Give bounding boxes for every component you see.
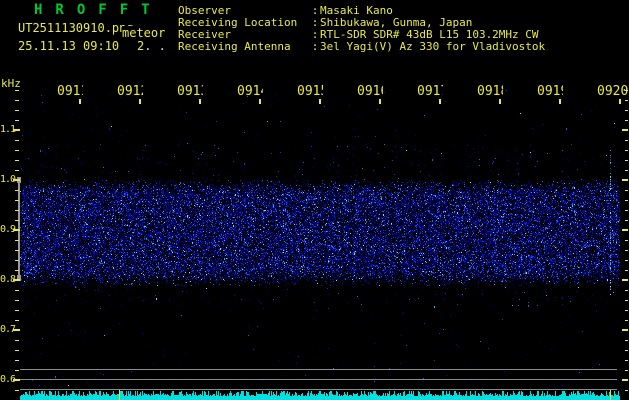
freq-tick-label: 1.0: [0, 174, 16, 185]
freq-tick-major-right: [622, 379, 628, 381]
spectrogram-canvas: [20, 90, 620, 390]
freq-tick-minor-left: [15, 310, 19, 311]
freq-tick-major-right: [622, 329, 628, 331]
freq-tick-major-right: [622, 179, 628, 181]
time-tick-label: 0914: [237, 85, 263, 99]
time-tick-label: 0913: [177, 85, 203, 99]
freq-tick-minor-left: [15, 120, 19, 121]
time-tick-label: 0915: [297, 85, 323, 99]
freq-tick-minor-left: [15, 340, 19, 341]
freq-tick-minor-left: [15, 360, 19, 361]
freq-tick-minor-right: [625, 350, 628, 351]
freq-tick-minor-right: [625, 270, 628, 271]
level-line: [20, 389, 617, 390]
freq-tick-minor-right: [625, 100, 628, 101]
time-tick: [199, 99, 201, 104]
freq-tick-label: 0.6: [0, 374, 16, 385]
freq-tick-minor-left: [15, 250, 19, 251]
freq-tick-label: 0.8: [0, 274, 16, 285]
time-tick: [559, 99, 561, 104]
freq-axis-unit: kHz: [1, 77, 21, 90]
freq-tick-minor-left: [15, 90, 19, 91]
freq-tick-minor-right: [625, 320, 628, 321]
level-line: [20, 369, 617, 370]
station-name: meteor: [122, 26, 166, 40]
freq-tick-minor-left: [15, 200, 19, 201]
metadata-block: Observer : Masaki Kano Receiving Locatio…: [178, 5, 545, 53]
freq-tick-major-right: [622, 129, 628, 131]
freq-tick-minor-left: [15, 160, 19, 161]
freq-tick-minor-left: [15, 140, 19, 141]
freq-tick-minor-left: [15, 350, 19, 351]
freq-tick-minor-left: [15, 210, 19, 211]
freq-tick-minor-right: [625, 360, 628, 361]
meta-colon: :: [311, 40, 319, 53]
freq-tick-minor-right: [625, 140, 628, 141]
app-title: HROFFT: [34, 2, 163, 18]
time-tick: [439, 99, 441, 104]
meta-label: Receiving Antenna: [178, 40, 291, 53]
freq-tick-minor-left: [15, 370, 19, 371]
time-tick-label: 0911: [57, 85, 83, 99]
freq-tick-minor-right: [625, 310, 628, 311]
freq-tick-minor-left: [15, 170, 19, 171]
level-line: [20, 379, 617, 380]
freq-tick-minor-right: [625, 250, 628, 251]
time-tick: [139, 99, 141, 104]
freq-tick-minor-left: [15, 300, 19, 301]
freq-tick-minor-left: [15, 110, 19, 111]
freq-tick-minor-left: [15, 220, 19, 221]
freq-tick-minor-right: [625, 200, 628, 201]
freq-tick-major-right: [622, 229, 628, 231]
freq-tick-minor-right: [625, 290, 628, 291]
time-tick: [319, 99, 321, 104]
freq-tick-label: 1.1: [0, 124, 16, 135]
counter-value: 2. .: [137, 39, 166, 53]
time-tick: [79, 99, 81, 104]
signal-level-strip: [20, 390, 620, 400]
freq-tick-minor-right: [625, 340, 628, 341]
freq-tick-minor-right: [625, 370, 628, 371]
freq-tick-minor-right: [625, 260, 628, 261]
freq-tick-minor-left: [15, 190, 19, 191]
time-tick-label: 0920: [597, 85, 628, 99]
freq-tick-minor-left: [15, 260, 19, 261]
freq-tick-minor-right: [625, 150, 628, 151]
meta-row-antenna: Receiving Antenna : 3el Yagi(V) Az 330 f…: [178, 41, 545, 53]
time-tick: [379, 99, 381, 104]
freq-tick-label: 0.7: [0, 324, 16, 335]
freq-tick-minor-left: [15, 100, 19, 101]
freq-tick-minor-right: [625, 190, 628, 191]
freq-tick-minor-left: [15, 390, 19, 391]
freq-tick-minor-right: [625, 110, 628, 111]
file-name: UT2511130910.png: [18, 21, 134, 35]
time-tick-label: 0918: [477, 85, 503, 99]
freq-tick-minor-right: [625, 220, 628, 221]
hrofft-screen: HROFFT UT2511130910.png meteor 25.11.13 …: [0, 0, 629, 400]
freq-tick-minor-left: [15, 290, 19, 291]
time-tick: [259, 99, 261, 104]
observation-datetime: 25.11.13 09:10: [18, 39, 120, 53]
freq-tick-major-right: [622, 279, 628, 281]
time-tick-label: 0912: [117, 85, 143, 99]
freq-tick-minor-right: [625, 210, 628, 211]
freq-tick-label: 0.9: [0, 224, 16, 235]
time-tick: [619, 99, 621, 104]
freq-tick-minor-right: [625, 240, 628, 241]
freq-tick-minor-right: [625, 120, 628, 121]
time-tick-label: 0916: [357, 85, 383, 99]
freq-tick-minor-right: [625, 170, 628, 171]
meta-value: 3el Yagi(V) Az 330 for Vladivostok: [320, 40, 546, 53]
freq-tick-minor-left: [15, 240, 19, 241]
time-tick: [499, 99, 501, 104]
freq-tick-minor-left: [15, 150, 19, 151]
time-tick-label: 0917: [417, 85, 443, 99]
time-tick-label: 0919: [537, 85, 563, 99]
freq-tick-minor-right: [625, 300, 628, 301]
freq-tick-minor-left: [15, 270, 19, 271]
freq-tick-minor-left: [15, 320, 19, 321]
freq-tick-minor-right: [625, 160, 628, 161]
freq-tick-minor-right: [625, 390, 628, 391]
